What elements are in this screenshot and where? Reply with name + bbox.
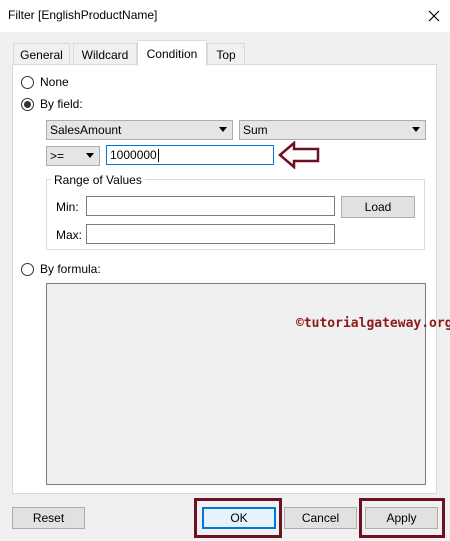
by-formula-radio[interactable] <box>21 263 34 276</box>
chevron-down-icon <box>86 153 94 158</box>
window-title: Filter [EnglishProductName] <box>8 8 158 22</box>
max-input[interactable] <box>86 224 335 244</box>
chevron-down-icon <box>412 127 420 132</box>
condition-value-input[interactable]: 1000000 <box>106 145 274 165</box>
radio-selected-dot <box>24 101 31 108</box>
text-caret <box>157 148 159 162</box>
apply-button[interactable]: Apply <box>365 507 438 529</box>
field-select-value: SalesAmount <box>50 123 122 137</box>
ok-button[interactable]: OK <box>202 507 276 529</box>
by-formula-label: By formula: <box>40 262 101 276</box>
tab-condition[interactable]: Condition <box>137 40 207 66</box>
cancel-button[interactable]: Cancel <box>284 507 357 529</box>
aggregation-select-value: Sum <box>243 123 268 137</box>
none-label: None <box>40 75 69 89</box>
min-input[interactable] <box>86 196 335 216</box>
reset-button-label: Reset <box>32 511 65 525</box>
close-icon <box>428 10 440 22</box>
tab-top[interactable]: Top <box>207 43 245 65</box>
max-label: Max: <box>56 228 83 242</box>
range-group-title: Range of Values <box>51 173 145 187</box>
none-radio[interactable] <box>21 76 34 89</box>
arrow-pointer-icon <box>278 141 320 169</box>
aggregation-select[interactable]: Sum <box>239 120 426 140</box>
load-button[interactable]: Load <box>341 196 415 218</box>
field-select[interactable]: SalesAmount <box>46 120 233 140</box>
operator-select[interactable]: >= <box>46 146 100 166</box>
tab-label: Condition <box>146 46 198 61</box>
tab-label: Wildcard <box>81 47 129 62</box>
tab-general[interactable]: General <box>13 43 70 65</box>
reset-button[interactable]: Reset <box>12 507 85 529</box>
tab-label: General <box>20 47 63 62</box>
load-button-label: Load <box>364 200 392 214</box>
by-field-radio[interactable] <box>21 98 34 111</box>
by-field-label: By field: <box>40 97 83 111</box>
close-button[interactable] <box>418 0 450 32</box>
apply-button-label: Apply <box>386 511 417 525</box>
watermark-text: ©tutorialgateway.org <box>296 316 450 331</box>
operator-select-value: >= <box>50 149 65 163</box>
ok-button-label: OK <box>230 511 248 525</box>
chevron-down-icon <box>219 127 227 132</box>
condition-value-text: 1000000 <box>110 148 157 162</box>
formula-textarea[interactable] <box>46 283 426 485</box>
cancel-button-label: Cancel <box>301 511 340 525</box>
min-label: Min: <box>56 200 79 214</box>
tab-label: Top <box>216 47 236 62</box>
tab-wildcard[interactable]: Wildcard <box>73 43 137 65</box>
